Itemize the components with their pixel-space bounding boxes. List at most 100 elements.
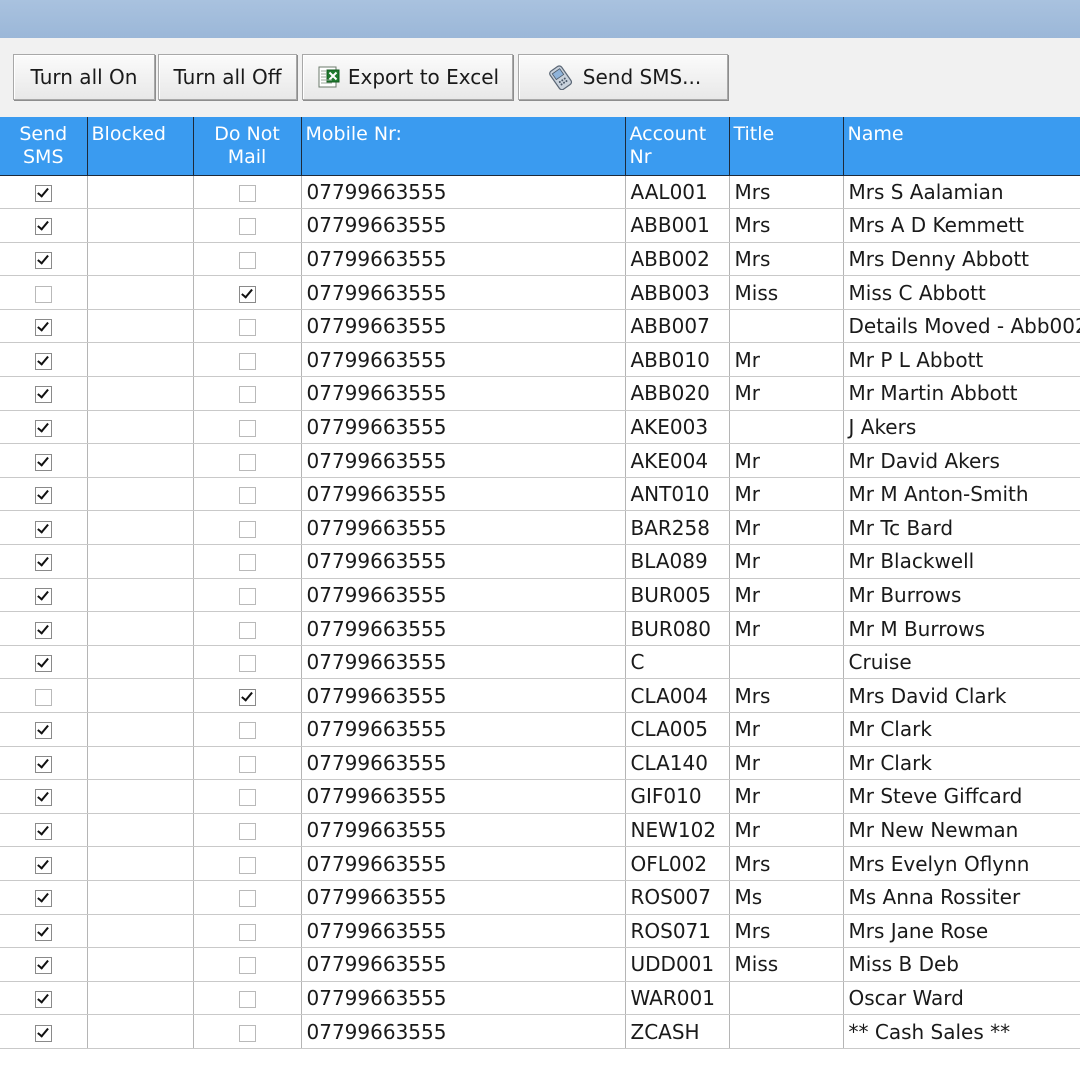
title-cell[interactable]: Miss xyxy=(729,275,844,310)
table-row[interactable]: 07799663555 BUR080 Mr Mr M Burrows xyxy=(0,611,1080,646)
account-nr-cell[interactable]: CLA005 xyxy=(625,712,730,747)
name-cell[interactable]: Mrs David Clark xyxy=(843,678,1080,713)
send-sms-checkbox[interactable] xyxy=(34,688,52,706)
table-row[interactable]: 07799663555 UDD001 Miss Miss B Deb xyxy=(0,947,1080,982)
name-cell[interactable]: Mr M Anton-Smith xyxy=(843,477,1080,512)
name-cell[interactable]: Mr David Akers xyxy=(843,443,1080,478)
blocked-cell[interactable] xyxy=(87,242,194,277)
do-not-mail-checkbox[interactable] xyxy=(238,789,256,807)
title-cell[interactable]: Mr xyxy=(729,443,844,478)
send-sms-checkbox[interactable] xyxy=(34,587,52,605)
account-nr-cell[interactable]: ABB007 xyxy=(625,309,730,344)
table-row[interactable]: 07799663555 GIF010 Mr Mr Steve Giffcard xyxy=(0,779,1080,814)
title-cell[interactable]: Mrs xyxy=(729,914,844,949)
mobile-nr-cell[interactable]: 07799663555 xyxy=(301,914,626,949)
blocked-cell[interactable] xyxy=(87,1014,194,1049)
do-not-mail-checkbox[interactable] xyxy=(238,352,256,370)
account-nr-cell[interactable]: ABB020 xyxy=(625,376,730,411)
blocked-cell[interactable] xyxy=(87,712,194,747)
do-not-mail-checkbox[interactable] xyxy=(238,520,256,538)
mobile-nr-cell[interactable]: 07799663555 xyxy=(301,779,626,814)
mobile-nr-cell[interactable]: 07799663555 xyxy=(301,443,626,478)
send-sms-checkbox[interactable] xyxy=(34,352,52,370)
send-sms-checkbox[interactable] xyxy=(34,285,52,303)
send-sms-checkbox[interactable] xyxy=(34,554,52,572)
turn-all-off-button[interactable]: Turn all Off xyxy=(158,54,297,100)
do-not-mail-checkbox[interactable] xyxy=(238,655,256,673)
do-not-mail-checkbox[interactable] xyxy=(238,755,256,773)
name-cell[interactable]: Mr Tc Bard xyxy=(843,510,1080,546)
col-header-blocked[interactable]: Blocked xyxy=(87,117,194,176)
do-not-mail-checkbox[interactable] xyxy=(238,587,256,605)
send-sms-checkbox[interactable] xyxy=(34,251,52,269)
blocked-cell[interactable] xyxy=(87,309,194,344)
table-row[interactable]: 07799663555 ROS007 Ms Ms Anna Rossiter xyxy=(0,880,1080,915)
name-cell[interactable]: Mr Clark xyxy=(843,746,1080,781)
table-row[interactable]: 07799663555 ABB002 Mrs Mrs Denny Abbott xyxy=(0,242,1080,277)
name-cell[interactable]: Mrs Jane Rose xyxy=(843,914,1080,949)
table-row[interactable]: 07799663555 ABB010 Mr Mr P L Abbott xyxy=(0,342,1080,378)
blocked-cell[interactable] xyxy=(87,813,194,848)
mobile-nr-cell[interactable]: 07799663555 xyxy=(301,746,626,781)
account-nr-cell[interactable]: GIF010 xyxy=(625,779,730,814)
send-sms-checkbox[interactable] xyxy=(34,386,52,404)
col-header-send-sms[interactable]: Send SMS xyxy=(0,117,88,176)
account-nr-cell[interactable]: ROS071 xyxy=(625,914,730,949)
export-to-excel-button[interactable]: Export to Excel xyxy=(302,54,513,100)
send-sms-checkbox[interactable] xyxy=(34,520,52,538)
send-sms-checkbox[interactable] xyxy=(34,789,52,807)
send-sms-checkbox[interactable] xyxy=(34,856,52,874)
send-sms-checkbox[interactable] xyxy=(34,722,52,740)
title-cell[interactable]: Mr xyxy=(729,746,844,781)
blocked-cell[interactable] xyxy=(87,342,194,378)
mobile-nr-cell[interactable]: 07799663555 xyxy=(301,309,626,344)
send-sms-checkbox[interactable] xyxy=(34,453,52,471)
account-nr-cell[interactable]: BUR005 xyxy=(625,578,730,613)
blocked-cell[interactable] xyxy=(87,510,194,546)
account-nr-cell[interactable]: BAR258 xyxy=(625,510,730,546)
do-not-mail-checkbox[interactable] xyxy=(238,319,256,337)
title-cell[interactable]: Ms xyxy=(729,880,844,915)
col-header-account[interactable]: Account Nr xyxy=(625,117,730,176)
table-row[interactable]: 07799663555 ABB020 Mr Mr Martin Abbott xyxy=(0,376,1080,411)
name-cell[interactable]: Mrs Denny Abbott xyxy=(843,242,1080,277)
name-cell[interactable]: J Akers xyxy=(843,410,1080,445)
title-cell[interactable]: Miss xyxy=(729,947,844,982)
do-not-mail-checkbox[interactable] xyxy=(238,218,256,236)
account-nr-cell[interactable]: AKE004 xyxy=(625,443,730,478)
title-cell[interactable]: Mrs xyxy=(729,175,844,210)
do-not-mail-checkbox[interactable] xyxy=(238,890,256,908)
account-nr-cell[interactable]: ABB002 xyxy=(625,242,730,277)
account-nr-cell[interactable]: CLA004 xyxy=(625,678,730,713)
table-row[interactable]: 07799663555 OFL002 Mrs Mrs Evelyn Oflynn xyxy=(0,846,1080,881)
account-nr-cell[interactable]: ZCASH xyxy=(625,1014,730,1049)
mobile-nr-cell[interactable]: 07799663555 xyxy=(301,846,626,881)
send-sms-checkbox[interactable] xyxy=(34,487,52,505)
do-not-mail-checkbox[interactable] xyxy=(238,1024,256,1042)
blocked-cell[interactable] xyxy=(87,477,194,512)
account-nr-cell[interactable]: ABB001 xyxy=(625,208,730,243)
name-cell[interactable]: Ms Anna Rossiter xyxy=(843,880,1080,915)
do-not-mail-checkbox[interactable] xyxy=(238,856,256,874)
account-nr-cell[interactable]: BLA089 xyxy=(625,544,730,579)
mobile-nr-cell[interactable]: 07799663555 xyxy=(301,578,626,613)
account-nr-cell[interactable]: CLA140 xyxy=(625,746,730,781)
send-sms-checkbox[interactable] xyxy=(34,823,52,841)
title-cell[interactable] xyxy=(729,981,844,1016)
send-sms-checkbox[interactable] xyxy=(34,621,52,639)
title-cell[interactable]: Mr xyxy=(729,376,844,411)
mobile-nr-cell[interactable]: 07799663555 xyxy=(301,645,626,680)
title-cell[interactable] xyxy=(729,309,844,344)
blocked-cell[interactable] xyxy=(87,880,194,915)
table-row[interactable]: 07799663555 CLA004 Mrs Mrs David Clark xyxy=(0,678,1080,713)
col-header-name[interactable]: Name xyxy=(843,117,1080,176)
table-row[interactable]: 07799663555 NEW102 Mr Mr New Newman xyxy=(0,813,1080,848)
table-row[interactable]: 07799663555 ANT010 Mr Mr M Anton-Smith xyxy=(0,477,1080,512)
do-not-mail-checkbox[interactable] xyxy=(238,991,256,1009)
do-not-mail-checkbox[interactable] xyxy=(238,487,256,505)
send-sms-checkbox[interactable] xyxy=(34,1024,52,1042)
account-nr-cell[interactable]: WAR001 xyxy=(625,981,730,1016)
mobile-nr-cell[interactable]: 07799663555 xyxy=(301,175,626,210)
title-cell[interactable]: Mrs xyxy=(729,678,844,713)
send-sms-checkbox[interactable] xyxy=(34,755,52,773)
